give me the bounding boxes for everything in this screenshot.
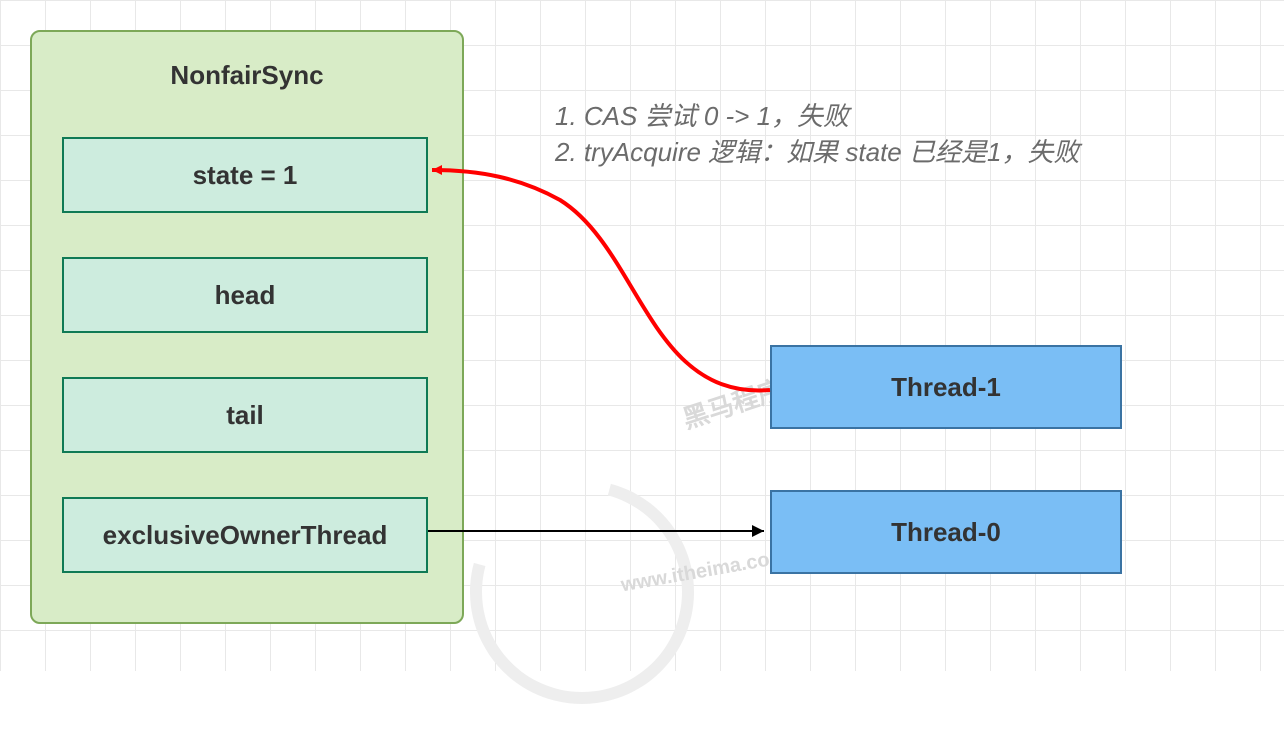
diagram-canvas: 黑马程序员 www.itheima.com NonfairSync state … — [0, 0, 1284, 671]
state-field: state = 1 — [62, 137, 428, 213]
thread-1-box: Thread-1 — [770, 345, 1122, 429]
watermark-circle — [429, 439, 735, 745]
nonfairsync-title: NonfairSync — [32, 60, 462, 91]
arrow-thread1-to-state — [432, 170, 770, 390]
head-field: head — [62, 257, 428, 333]
thread-0-box: Thread-0 — [770, 490, 1122, 574]
annotation-text: 1. CAS 尝试 0 -> 1，失败 2. tryAcquire 逻辑：如果 … — [555, 98, 1079, 171]
watermark-text-2: www.itheima.com — [619, 546, 789, 598]
annotation-line-1: 1. CAS 尝试 0 -> 1，失败 — [555, 98, 1079, 134]
tail-field: tail — [62, 377, 428, 453]
annotation-line-2: 2. tryAcquire 逻辑：如果 state 已经是1，失败 — [555, 134, 1079, 170]
nonfairsync-box: NonfairSync state = 1 head tail exclusiv… — [30, 30, 464, 624]
exclusive-owner-field: exclusiveOwnerThread — [62, 497, 428, 573]
